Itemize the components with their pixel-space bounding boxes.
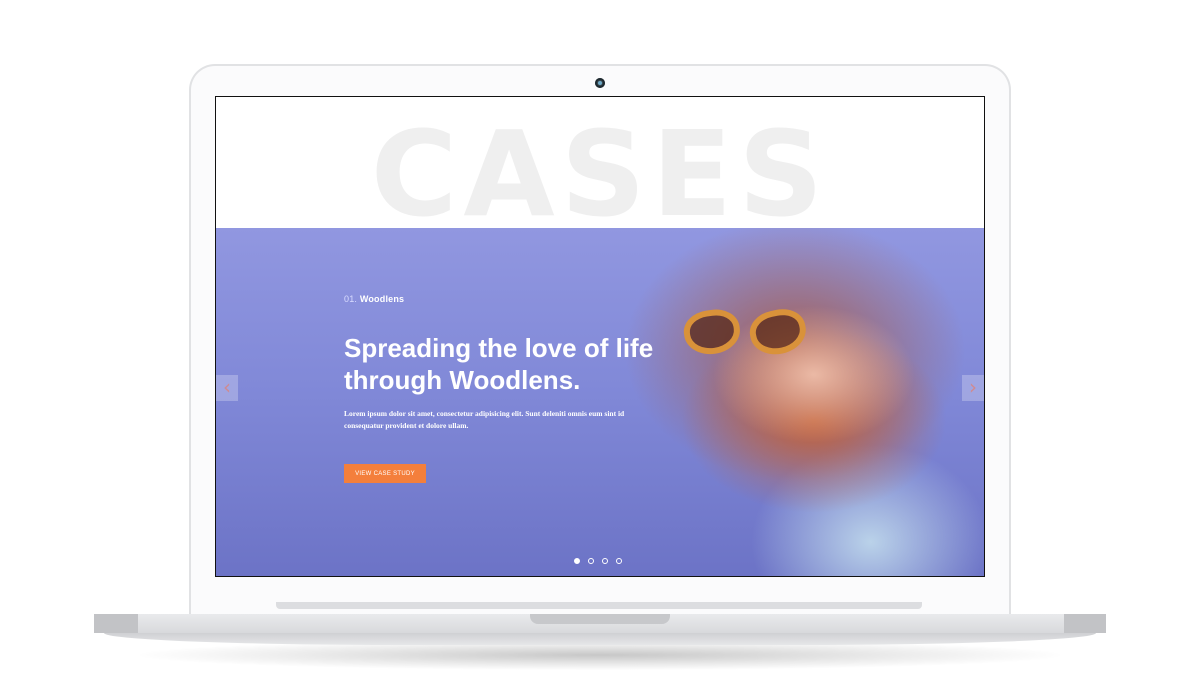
slider-dot-1[interactable] bbox=[574, 558, 580, 564]
slider-dot-3[interactable] bbox=[602, 558, 608, 564]
section-watermark: CASES bbox=[370, 105, 830, 243]
case-label: 01. Woodlens bbox=[344, 294, 404, 304]
hero-photo-sunglasses bbox=[681, 304, 814, 370]
chevron-right-icon[interactable]: › bbox=[962, 375, 984, 401]
laptop-base-left-edge bbox=[94, 614, 138, 633]
laptop-screen: CASES 01. Woodlens Spreading the love of… bbox=[215, 96, 985, 577]
laptop-base-right-edge bbox=[1064, 614, 1106, 633]
hero-photo bbox=[606, 228, 984, 576]
slider-dot-4[interactable] bbox=[616, 558, 622, 564]
laptop-hinge bbox=[276, 602, 922, 609]
case-name: Woodlens bbox=[359, 294, 405, 304]
sunglasses-lens-left bbox=[681, 306, 743, 358]
laptop-mockup: CASES 01. Woodlens Spreading the love of… bbox=[0, 0, 1200, 700]
view-case-study-button[interactable]: VIEW CASE STUDY bbox=[344, 464, 426, 483]
laptop-base-bottom bbox=[104, 633, 1096, 645]
slider-pagination bbox=[574, 558, 634, 566]
slider-dot-2[interactable] bbox=[588, 558, 594, 564]
case-slider: 01. Woodlens Spreading the love of life … bbox=[216, 228, 984, 576]
case-headline: Spreading the love of life through Woodl… bbox=[344, 333, 654, 395]
laptop-opening-notch bbox=[530, 614, 670, 624]
sunglasses-lens-right bbox=[746, 304, 810, 360]
case-description: Lorem ipsum dolor sit amet, consectetur … bbox=[344, 409, 625, 430]
webcam-icon bbox=[595, 78, 605, 88]
chevron-left-icon[interactable]: ‹ bbox=[216, 375, 238, 401]
case-number: 01. bbox=[344, 294, 358, 304]
